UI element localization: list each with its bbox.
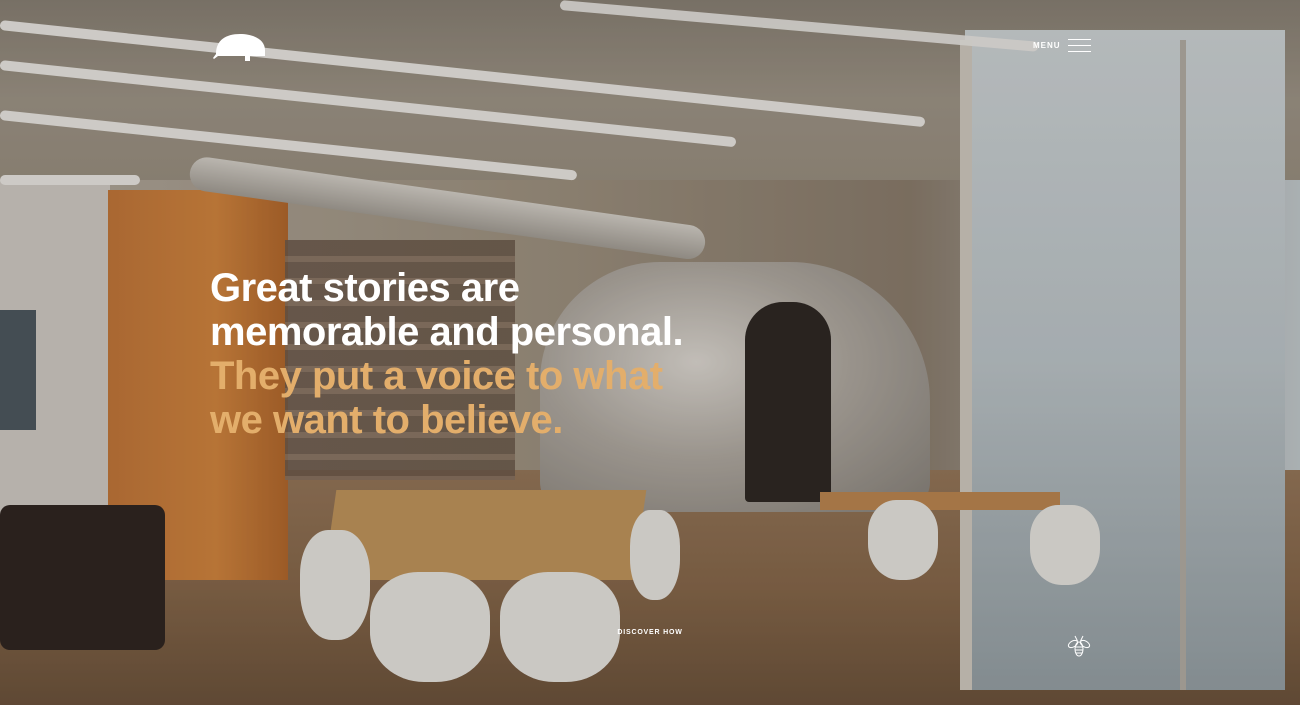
headline-line: memorable and personal. (210, 310, 684, 354)
headline-line: Great stories are (210, 266, 520, 310)
hero-section: MENU Great stories are memorable and per… (0, 0, 1300, 705)
hero-headline: Great stories are memorable and personal… (210, 266, 770, 442)
menu-label: MENU (1033, 40, 1061, 50)
discover-how-link[interactable]: DISCOVER HOW (600, 629, 700, 636)
trailer-logo-icon[interactable] (212, 32, 267, 63)
bee-icon (1067, 634, 1091, 660)
headline-accent-line: we want to believe. (210, 398, 563, 442)
headline-accent-line: They put a voice to what (210, 354, 663, 398)
hamburger-menu-icon (1067, 38, 1091, 53)
menu-button[interactable]: MENU (1033, 36, 1091, 54)
